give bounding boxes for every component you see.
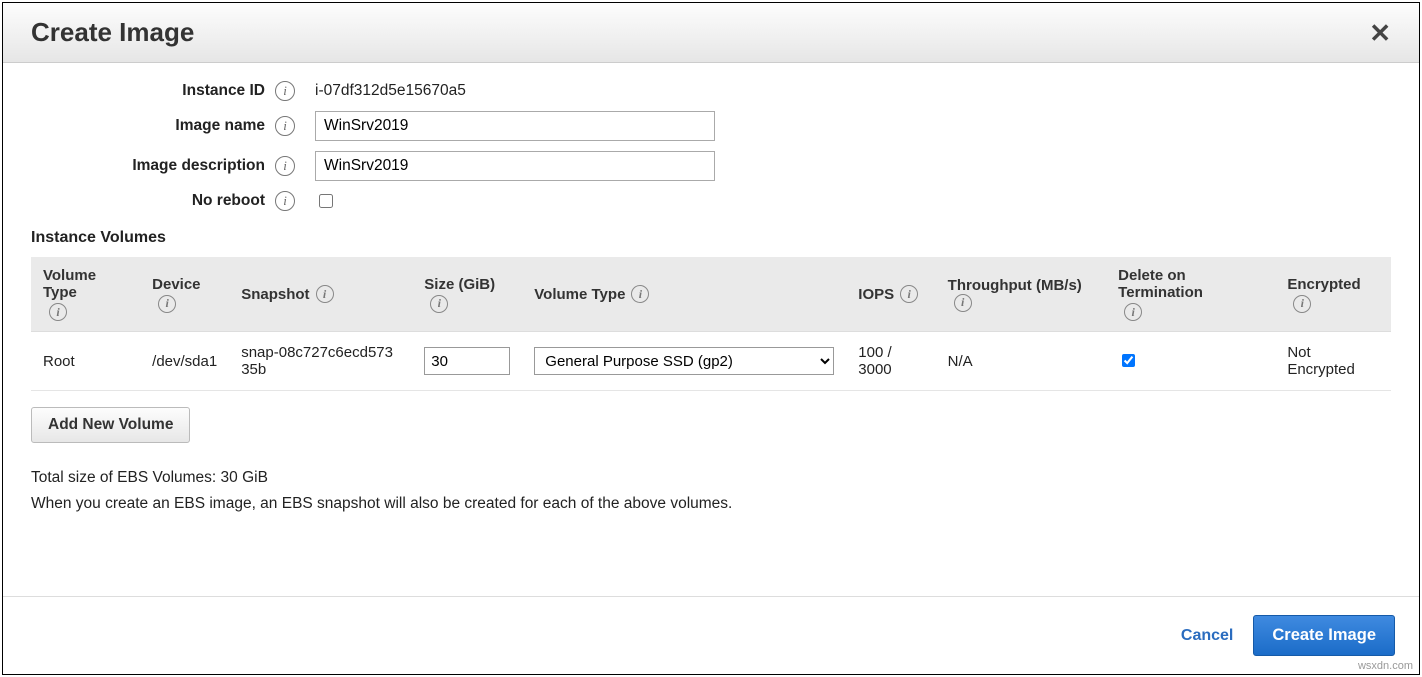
info-icon[interactable]: i — [1124, 303, 1142, 321]
image-description-input[interactable] — [315, 151, 715, 181]
image-name-input[interactable] — [315, 111, 715, 141]
cell-device: /dev/sda1 — [140, 332, 229, 391]
volumes-table: Volume Typei Devicei Snapshoti Size (GiB… — [31, 257, 1391, 391]
notes: Total size of EBS Volumes: 30 GiB When y… — [31, 465, 1391, 518]
cell-delete-on-termination — [1106, 332, 1275, 391]
info-icon[interactable]: i — [275, 81, 295, 101]
volume-type-select[interactable]: General Purpose SSD (gp2) — [534, 347, 834, 375]
dialog-header: Create Image ✕ — [3, 3, 1419, 63]
label-image-description: Image description — [31, 157, 271, 175]
delete-on-termination-checkbox[interactable] — [1122, 354, 1135, 367]
info-icon[interactable]: i — [275, 116, 295, 136]
size-input[interactable] — [424, 347, 510, 375]
row-instance-id: Instance ID i i-07df312d5e15670a5 — [31, 81, 1391, 101]
label-instance-id: Instance ID — [31, 82, 271, 100]
create-image-button[interactable]: Create Image — [1253, 615, 1395, 656]
row-no-reboot: No reboot i — [31, 191, 1391, 211]
no-reboot-checkbox[interactable] — [319, 194, 333, 208]
volumes-header-row: Volume Typei Devicei Snapshoti Size (GiB… — [31, 257, 1391, 332]
add-new-volume-button[interactable]: Add New Volume — [31, 407, 190, 443]
info-icon[interactable]: i — [275, 156, 295, 176]
info-icon[interactable]: i — [1293, 295, 1311, 313]
info-icon[interactable]: i — [158, 295, 176, 313]
col-snapshot: Snapshoti — [229, 257, 412, 332]
col-volume-type-2: Volume Typei — [522, 257, 846, 332]
cell-volume-type: Root — [31, 332, 140, 391]
create-image-dialog: Create Image ✕ Instance ID i i-07df312d5… — [2, 2, 1420, 675]
cell-volume-type-2: General Purpose SSD (gp2) — [522, 332, 846, 391]
col-throughput: Throughput (MB/s)i — [936, 257, 1107, 332]
col-volume-type: Volume Typei — [31, 257, 140, 332]
dialog-body: Instance ID i i-07df312d5e15670a5 Image … — [3, 63, 1419, 596]
section-title-volumes: Instance Volumes — [31, 229, 1391, 247]
col-size: Size (GiB)i — [412, 257, 522, 332]
label-no-reboot: No reboot — [31, 192, 271, 210]
dialog-title: Create Image — [31, 17, 194, 48]
info-icon[interactable]: i — [430, 295, 448, 313]
note-total-size: Total size of EBS Volumes: 30 GiB — [31, 465, 1391, 491]
row-image-name: Image name i — [31, 111, 1391, 141]
note-snapshot-info: When you create an EBS image, an EBS sna… — [31, 491, 1391, 517]
cell-iops: 100 / 3000 — [846, 332, 935, 391]
cell-snapshot: snap-08c727c6ecd57335b — [229, 332, 412, 391]
cell-throughput: N/A — [936, 332, 1107, 391]
info-icon[interactable]: i — [275, 191, 295, 211]
col-iops: IOPSi — [846, 257, 935, 332]
info-icon[interactable]: i — [631, 285, 649, 303]
label-image-name: Image name — [31, 117, 271, 135]
close-icon[interactable]: ✕ — [1361, 20, 1399, 46]
cancel-button[interactable]: Cancel — [1181, 627, 1233, 645]
info-icon[interactable]: i — [316, 285, 334, 303]
info-icon[interactable]: i — [49, 303, 67, 321]
cell-encrypted: Not Encrypted — [1275, 332, 1391, 391]
value-instance-id: i-07df312d5e15670a5 — [315, 82, 466, 100]
info-icon[interactable]: i — [954, 294, 972, 312]
watermark: wsxdn.com — [1358, 660, 1413, 672]
table-row: Root /dev/sda1 snap-08c727c6ecd57335b Ge… — [31, 332, 1391, 391]
row-image-description: Image description i — [31, 151, 1391, 181]
col-device: Devicei — [140, 257, 229, 332]
info-icon[interactable]: i — [900, 285, 918, 303]
cell-size — [412, 332, 522, 391]
dialog-footer: Cancel Create Image — [3, 596, 1419, 674]
col-delete-on-termination: Delete on Terminationi — [1106, 257, 1275, 332]
col-encrypted: Encryptedi — [1275, 257, 1391, 332]
